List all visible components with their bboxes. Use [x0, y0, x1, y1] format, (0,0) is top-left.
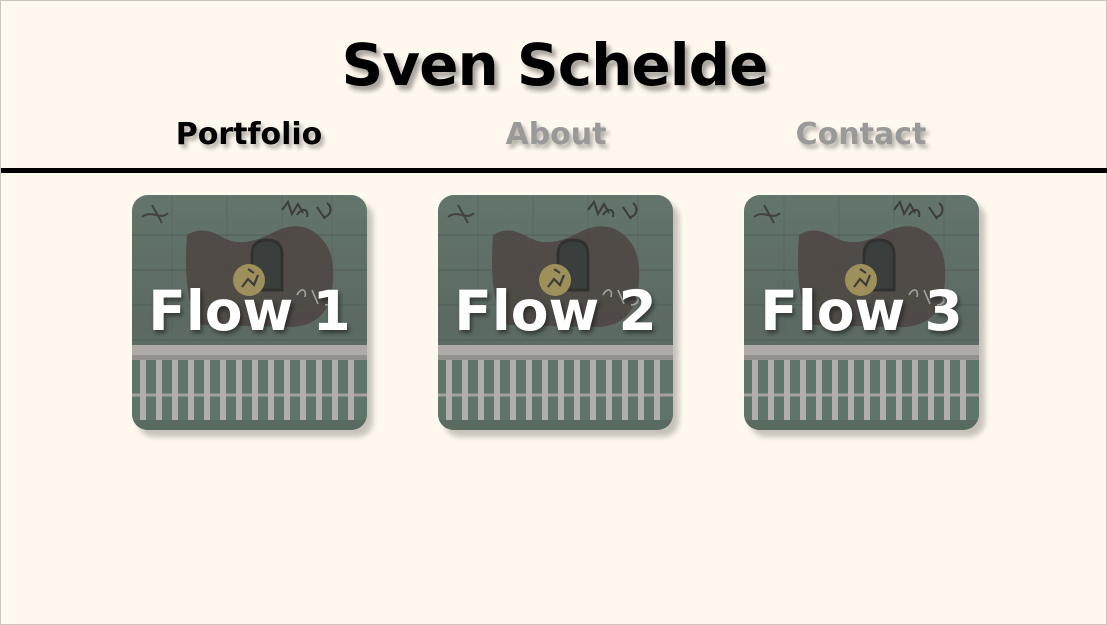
site-title: Sven Schelde — [341, 31, 769, 99]
nav-about[interactable]: About — [505, 117, 606, 152]
portfolio-tile-flow-3[interactable]: Flow 3 — [744, 195, 979, 430]
tile-label: Flow 2 — [454, 279, 657, 343]
nav-contact[interactable]: Contact — [796, 117, 927, 152]
main-nav: Portfolio About Contact — [1, 117, 1107, 161]
nav-divider — [1, 168, 1107, 173]
portfolio-tile-flow-1[interactable]: Flow 1 — [132, 195, 367, 430]
nav-portfolio[interactable]: Portfolio — [176, 117, 323, 152]
portfolio-tile-flow-2[interactable]: Flow 2 — [438, 195, 673, 430]
tile-label: Flow 3 — [760, 279, 963, 343]
tile-label: Flow 1 — [148, 279, 351, 343]
